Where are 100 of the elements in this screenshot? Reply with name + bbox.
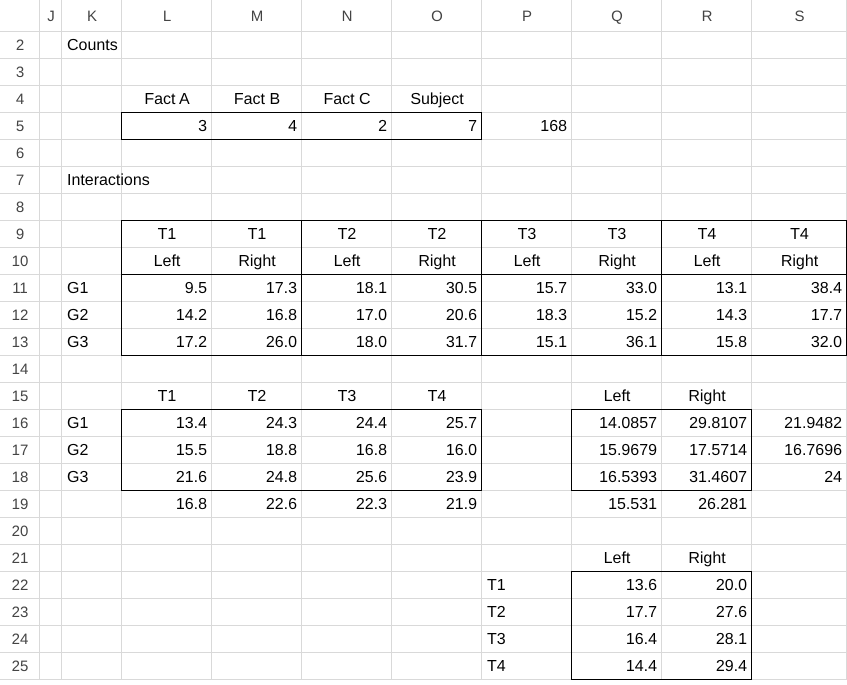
table-cell-text: 22.6	[264, 494, 298, 514]
table-cell-text: 14.4	[624, 656, 658, 676]
row-header[interactable]: 23	[0, 599, 40, 626]
row-header[interactable]: 8	[0, 194, 40, 221]
table-cell-text: 17.0	[354, 306, 388, 326]
column-header[interactable]: Q	[572, 0, 662, 32]
table-cell-text: 29.4	[714, 656, 748, 676]
table-cell-text: 28.1	[714, 630, 748, 650]
table-cell-text: Right	[417, 252, 457, 272]
column-header[interactable]: K	[62, 0, 122, 32]
row-header[interactable]: 24	[0, 626, 40, 653]
table-cell-text: T3	[486, 630, 507, 650]
table-cell-text: 33.0	[624, 278, 658, 298]
table-cell-text: Left	[332, 252, 362, 272]
table-cell-text: 9.5	[184, 278, 208, 298]
table-cell-text: Interactions	[66, 170, 151, 190]
table-cell-text: Left	[692, 252, 722, 272]
row-header[interactable]: 3	[0, 59, 40, 86]
row-header[interactable]: 16	[0, 410, 40, 437]
table-cell-text: 13.6	[624, 576, 658, 596]
table-cell-text: 15.531	[607, 494, 658, 514]
table-cell-text: T2	[336, 224, 358, 244]
table-cell-text: T4	[696, 224, 718, 244]
table-cell-text: 17.3	[264, 278, 298, 298]
row-header[interactable]: 17	[0, 437, 40, 464]
table-cell-text: 16.4	[624, 630, 658, 650]
table-cell-text: 16.5393	[598, 468, 658, 488]
table-cell-text: Left	[602, 548, 632, 568]
table-cell-text: 16.8	[354, 440, 388, 460]
column-header[interactable]: N	[302, 0, 392, 32]
table-cell-text: 15.5	[174, 440, 208, 460]
row-header[interactable]: 15	[0, 383, 40, 410]
table-cell-text: 18.8	[264, 440, 298, 460]
table-cell-text: T1	[156, 386, 178, 406]
row-header[interactable]: 25	[0, 653, 40, 680]
table-cell-text: Fact C	[322, 90, 372, 110]
table-cell-text: 31.7	[444, 332, 478, 352]
row-header[interactable]: 12	[0, 302, 40, 329]
table-cell-text: G1	[66, 414, 90, 434]
table-cell-text: T1	[246, 224, 268, 244]
table-cell-text: T1	[156, 224, 178, 244]
table-cell-text: 26.281	[697, 494, 748, 514]
table-cell-text: 15.8	[714, 332, 748, 352]
table-cell-text: 30.5	[444, 278, 478, 298]
table-cell-text: 15.9679	[598, 440, 658, 460]
table-cell-text: G3	[66, 468, 90, 488]
row-header[interactable]: 10	[0, 248, 40, 275]
column-header[interactable]: M	[212, 0, 302, 32]
table-cell-text: Left	[512, 252, 542, 272]
table-cell-text: 14.3	[714, 306, 748, 326]
table-cell-text: 17.5714	[688, 440, 748, 460]
row-header[interactable]: 20	[0, 518, 40, 545]
table-cell-text: 18.0	[354, 332, 388, 352]
row-header[interactable]: 18	[0, 464, 40, 491]
table-cell-text: 4	[287, 116, 298, 136]
table-cell-text: 17.7	[810, 306, 843, 326]
row-header[interactable]: 22	[0, 572, 40, 599]
table-cell-text: 20.6	[444, 306, 478, 326]
row-header[interactable]: 19	[0, 491, 40, 518]
column-header[interactable]: P	[482, 0, 572, 32]
table-cell-text: G2	[66, 440, 90, 460]
row-header[interactable]: 9	[0, 221, 40, 248]
column-header[interactable]: J	[40, 0, 62, 32]
table-cell-text: 32.0	[810, 332, 843, 352]
table-cell-text: Subject	[409, 90, 465, 110]
table-cell-text: T3	[606, 224, 628, 244]
table-cell-text: G3	[66, 332, 90, 352]
table-cell-text: Fact A	[143, 90, 191, 110]
table-cell-text: T3	[516, 224, 538, 244]
row-header[interactable]: 13	[0, 329, 40, 356]
column-header[interactable]: O	[392, 0, 482, 32]
row-header[interactable]: 21	[0, 545, 40, 572]
row-header[interactable]: 4	[0, 86, 40, 113]
table-cell-text: 13.4	[174, 414, 208, 434]
column-header[interactable]: R	[662, 0, 752, 32]
table-cell-text: 20.0	[714, 576, 748, 596]
table-cell-text: 24.8	[264, 468, 298, 488]
table-cell-text: T2	[486, 602, 507, 622]
row-header[interactable]: 11	[0, 275, 40, 302]
table-cell-text: 13.1	[714, 278, 748, 298]
table-cell-text: 27.6	[714, 602, 748, 622]
table-cell-text: 15.7	[534, 278, 568, 298]
table-cell-text: Right	[237, 252, 277, 272]
table-cell-text: G2	[66, 306, 90, 326]
table-cell-text: 21.9	[444, 494, 478, 514]
row-header[interactable]: 6	[0, 140, 40, 167]
table-cell-text: T4	[426, 386, 448, 406]
table-cell-text: 18.3	[534, 306, 568, 326]
row-header[interactable]: 14	[0, 356, 40, 383]
row-header[interactable]: 2	[0, 32, 40, 59]
table-cell-text: 2	[377, 116, 388, 136]
table-cell-text: Left	[152, 252, 182, 272]
table-cell-text: Fact B	[232, 90, 282, 110]
column-header[interactable]: S	[752, 0, 847, 32]
table-cell-text: 22.3	[354, 494, 388, 514]
table-cell-text: 29.8107	[688, 414, 748, 434]
row-header[interactable]: 7	[0, 167, 40, 194]
column-header[interactable]: L	[122, 0, 212, 32]
row-header[interactable]: 5	[0, 113, 40, 140]
table-cell-text: 16.8	[264, 306, 298, 326]
